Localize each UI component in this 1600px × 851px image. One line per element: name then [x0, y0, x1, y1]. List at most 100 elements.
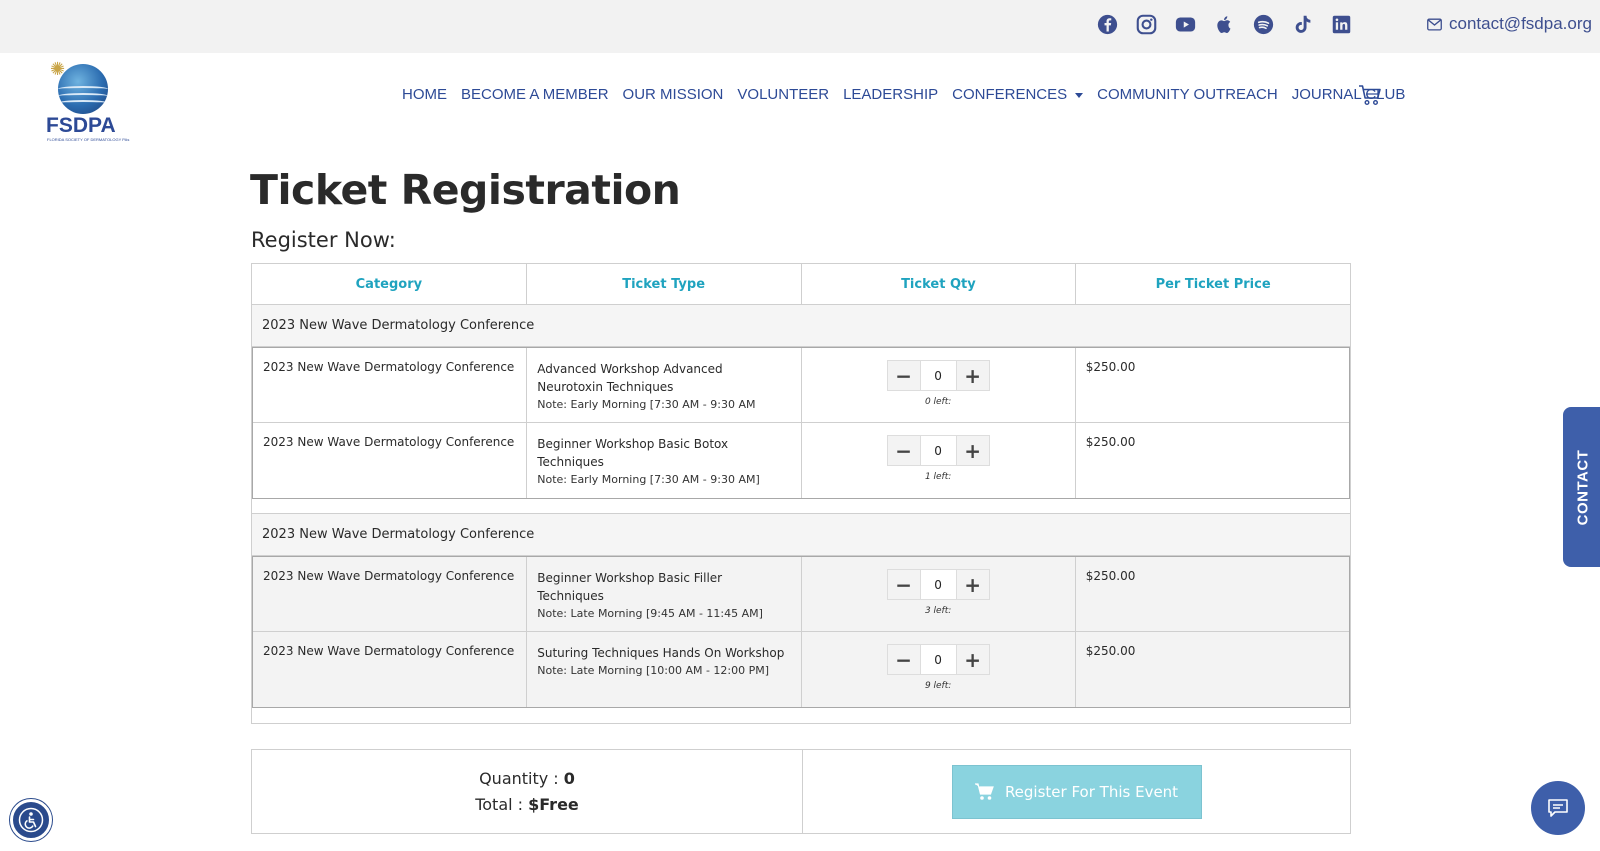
ticket-type-name: Suturing Techniques Hands On Workshop: [537, 646, 785, 660]
linkedin-icon[interactable]: [1330, 13, 1353, 36]
ticket-note: Note: Late Morning [9:45 AM - 11:45 AM]: [537, 607, 763, 620]
tickets-left: 1 left:: [924, 472, 952, 482]
logo-emblem: [58, 64, 108, 114]
quantity-label: Quantity :: [479, 768, 564, 788]
table-row: 2023 New Wave Dermatology Conference Adv…: [253, 348, 1349, 423]
qty-cell: − 0 + 9 left:: [802, 632, 1076, 707]
price-cell: $250.00: [1085, 435, 1136, 449]
ticket-type-cell: Beginner Workshop Basic Filler Technique…: [527, 557, 802, 631]
group-title: 2023 New Wave Dermatology Conference: [252, 305, 1350, 347]
quantity-input[interactable]: 0: [919, 436, 957, 465]
nav-conferences: CONFERENCES: [952, 86, 1068, 103]
social-links: [1096, 13, 1353, 36]
quantity-line: Quantity : 0: [479, 766, 575, 792]
order-summary: Quantity : 0 Total : $Free Register For …: [251, 749, 1351, 834]
ticket-type-name: Beginner Workshop Basic Filler Technique…: [537, 571, 723, 603]
quantity-input[interactable]: 0: [919, 361, 957, 390]
increase-button[interactable]: +: [957, 569, 989, 600]
chat-icon: [1548, 799, 1568, 817]
accessibility-icon: [18, 807, 44, 833]
nav-journal-club[interactable]: JOURNAL CLUB: [1292, 86, 1406, 103]
contact-side-tab[interactable]: CONTACT: [1563, 407, 1600, 567]
contact-email-link[interactable]: contact@fsdpa.org: [1427, 14, 1592, 34]
total-line: Total : $Free: [475, 792, 579, 818]
table-row: 2023 New Wave Dermatology Conference Sut…: [253, 632, 1349, 707]
register-button-label: Register For This Event: [1004, 782, 1179, 801]
instagram-icon[interactable]: [1135, 13, 1158, 36]
apple-icon[interactable]: [1213, 13, 1236, 36]
total-label: Total :: [475, 794, 529, 814]
nav-conferences-wrap[interactable]: CONFERENCES: [952, 86, 1084, 103]
nav-volunteer[interactable]: VOLUNTEER: [737, 86, 829, 103]
chevron-down-icon: [1075, 92, 1084, 98]
group-rows: 2023 New Wave Dermatology Conference Beg…: [252, 556, 1350, 708]
logo-subtitle: FLORIDA SOCIETY OF DERMATOLOGY PAs: [47, 137, 130, 142]
quantity-input[interactable]: 0: [919, 570, 957, 599]
nav-home[interactable]: HOME: [402, 86, 447, 103]
table-row: 2023 New Wave Dermatology Conference Beg…: [253, 557, 1349, 632]
facebook-icon[interactable]: [1096, 13, 1119, 36]
quantity-stepper: − 0 +: [886, 435, 990, 466]
decrease-button[interactable]: −: [888, 360, 920, 391]
palm-icon: ✺: [50, 59, 66, 79]
increase-button[interactable]: +: [957, 435, 989, 466]
qty-cell: − 0 + 1 left:: [802, 423, 1076, 498]
tiktok-icon[interactable]: [1291, 13, 1314, 36]
ticket-type-name: Beginner Workshop Basic Botox Techniques: [537, 437, 729, 469]
nav-community-outreach[interactable]: COMMUNITY OUTREACH: [1097, 86, 1278, 103]
quantity-stepper: − 0 +: [886, 569, 990, 600]
ticket-type-cell: Beginner Workshop Basic Botox Techniques…: [527, 423, 802, 498]
accessibility-button[interactable]: [10, 799, 52, 841]
tickets-left: 0 left:: [924, 397, 952, 407]
table-header: Category Ticket Type Ticket Qty Per Tick…: [252, 264, 1350, 305]
group-rows: 2023 New Wave Dermatology Conference Adv…: [252, 347, 1350, 499]
price-cell: $250.00: [1085, 644, 1136, 658]
contact-tab-label: CONTACT: [1574, 449, 1592, 525]
register-button[interactable]: Register For This Event: [951, 764, 1202, 819]
nav-our-mission[interactable]: OUR MISSION: [623, 86, 724, 103]
ticket-type-cell: Advanced Workshop Advanced Neurotoxin Te…: [527, 348, 802, 422]
chat-button[interactable]: [1531, 781, 1585, 835]
header-ticket-type: Ticket Type: [527, 264, 802, 304]
increase-button[interactable]: +: [957, 644, 989, 675]
ticket-note: Note: Late Morning [10:00 AM - 12:00 PM]: [537, 664, 770, 677]
youtube-icon[interactable]: [1174, 13, 1197, 36]
contact-email: contact@fsdpa.org: [1449, 14, 1592, 33]
category-cell: 2023 New Wave Dermatology Conference: [253, 557, 528, 631]
nav-leadership[interactable]: LEADERSHIP: [843, 86, 938, 103]
page-title: Ticket Registration: [250, 166, 681, 214]
summary-actions: Register For This Event: [803, 750, 1350, 833]
ticket-type-name: Advanced Workshop Advanced Neurotoxin Te…: [537, 362, 723, 394]
qty-cell: − 0 + 0 left:: [802, 348, 1076, 422]
cart-icon: [974, 782, 994, 800]
decrease-button[interactable]: −: [888, 644, 920, 675]
increase-button[interactable]: +: [957, 360, 989, 391]
top-bar: contact@fsdpa.org: [0, 0, 1600, 53]
ticket-note: Note: Early Morning [7:30 AM - 9:30 AM]: [537, 473, 760, 486]
spotify-icon[interactable]: [1252, 13, 1275, 36]
site-logo[interactable]: ✺ FSDPA FLORIDA SOCIETY OF DERMATOLOGY P…: [44, 59, 129, 144]
tickets-left: 3 left:: [924, 606, 952, 616]
table-row: 2023 New Wave Dermatology Conference Beg…: [253, 423, 1349, 498]
cart-icon[interactable]: [1358, 84, 1382, 106]
logo-text: FSDPA: [46, 114, 116, 137]
category-cell: 2023 New Wave Dermatology Conference: [253, 348, 528, 422]
quantity-value: 0: [563, 768, 575, 788]
price-cell: $250.00: [1085, 360, 1136, 374]
decrease-button[interactable]: −: [888, 569, 920, 600]
nav-become-a-member[interactable]: BECOME A MEMBER: [461, 86, 609, 103]
group-spacer: [252, 499, 1350, 514]
header-category: Category: [252, 264, 527, 304]
decrease-button[interactable]: −: [888, 435, 920, 466]
header-per-ticket-price: Per Ticket Price: [1155, 276, 1271, 292]
quantity-stepper: − 0 +: [886, 644, 990, 675]
main-nav: HOME BECOME A MEMBER OUR MISSION VOLUNTE…: [402, 86, 1419, 103]
page-subtitle: Register Now:: [251, 228, 396, 252]
group-title: 2023 New Wave Dermatology Conference: [252, 514, 1350, 556]
price-cell: $250.00: [1085, 569, 1136, 583]
mail-icon: [1427, 18, 1442, 30]
quantity-input[interactable]: 0: [919, 645, 957, 674]
qty-cell: − 0 + 3 left:: [802, 557, 1076, 631]
ticket-table: Category Ticket Type Ticket Qty Per Tick…: [251, 263, 1351, 724]
category-cell: 2023 New Wave Dermatology Conference: [253, 423, 528, 498]
